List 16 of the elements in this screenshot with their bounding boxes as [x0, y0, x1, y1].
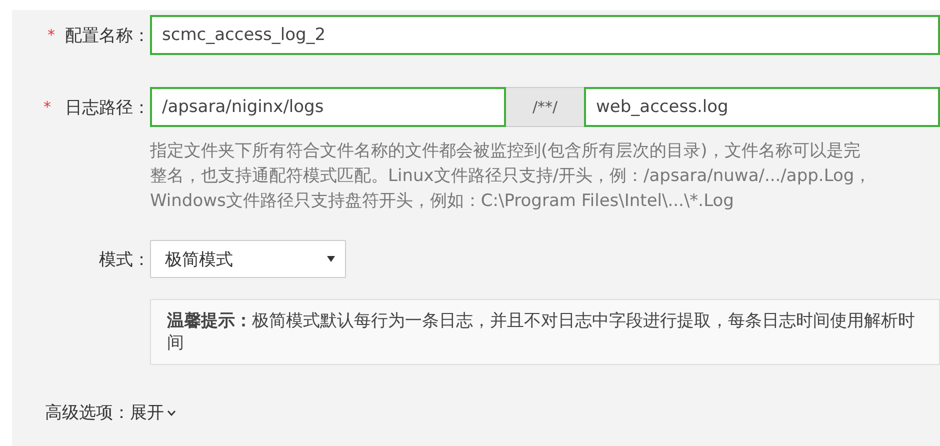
field-label: 配置名称：: [65, 24, 150, 46]
chevron-down-icon: [167, 410, 176, 416]
expand-toggle[interactable]: 展开: [130, 401, 176, 424]
required-mark: *: [44, 98, 51, 116]
path-hint: 指定文件夹下所有符合文件名称的文件都会被监控到(包含所有层次的目录)，文件名称可以是完 整名，也支持通配符模式匹配。Linux文件路径只支持/开头，例：/apsara/nuwa/.../app.Log， Windows文件路径只支持盘符开头，例如：C:\Program Files\Intel\...\*.Log: [150, 140, 872, 213]
path-separator: /**/: [506, 87, 584, 127]
field-label: 高级选项：: [45, 402, 130, 424]
field-label: 模式：: [99, 248, 150, 270]
path-input[interactable]: /apsara/niginx/logs: [150, 87, 506, 127]
field-label: 日志路径：: [65, 96, 150, 118]
tip-text: 温馨提示：极简模式默认每行为一条日志，并且不对日志中字段进行提取，每条日志时间使用解析时间: [150, 299, 940, 365]
dropdown-caret-icon: [327, 256, 335, 262]
required-mark: *: [48, 26, 55, 44]
file-name-input[interactable]: web_access.log: [584, 87, 940, 127]
name-input[interactable]: scmc_access_log_2: [150, 15, 940, 55]
mode-select[interactable]: 极简模式: [150, 240, 346, 278]
